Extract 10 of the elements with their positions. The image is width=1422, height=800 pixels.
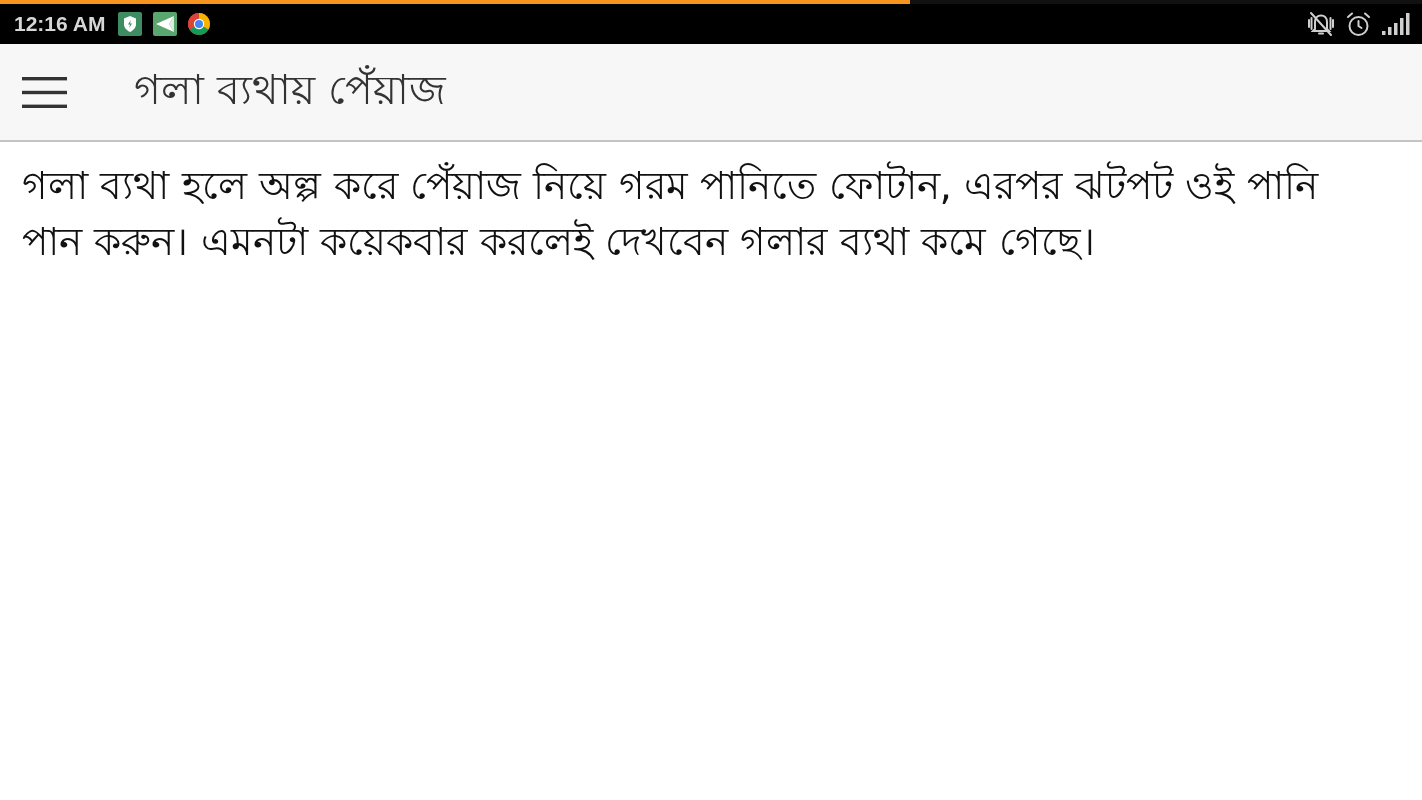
article-text: গলা ব্যথা হলে অল্প করে পেঁয়াজ নিয়ে গরম পানিতে ফোটান, এরপর ঝটপট ওই পানি পান করুন। এমনটা কয়েকবার করলেই দেখবেন গলার ব্যথা কমে গেছে। xyxy=(22,160,1320,266)
shield-icon xyxy=(118,12,143,36)
alarm-clock-icon xyxy=(1346,11,1371,37)
arrow-tile-icon xyxy=(153,12,178,36)
muted-bell-icon xyxy=(1307,11,1335,37)
status-time: 12:16 AM xyxy=(14,12,106,36)
browser-icon xyxy=(188,13,211,35)
signal-icon xyxy=(1382,13,1410,35)
menu-icon xyxy=(22,76,67,108)
app-title: গলা ব্যথায় পেঁয়াজ xyxy=(134,64,447,116)
